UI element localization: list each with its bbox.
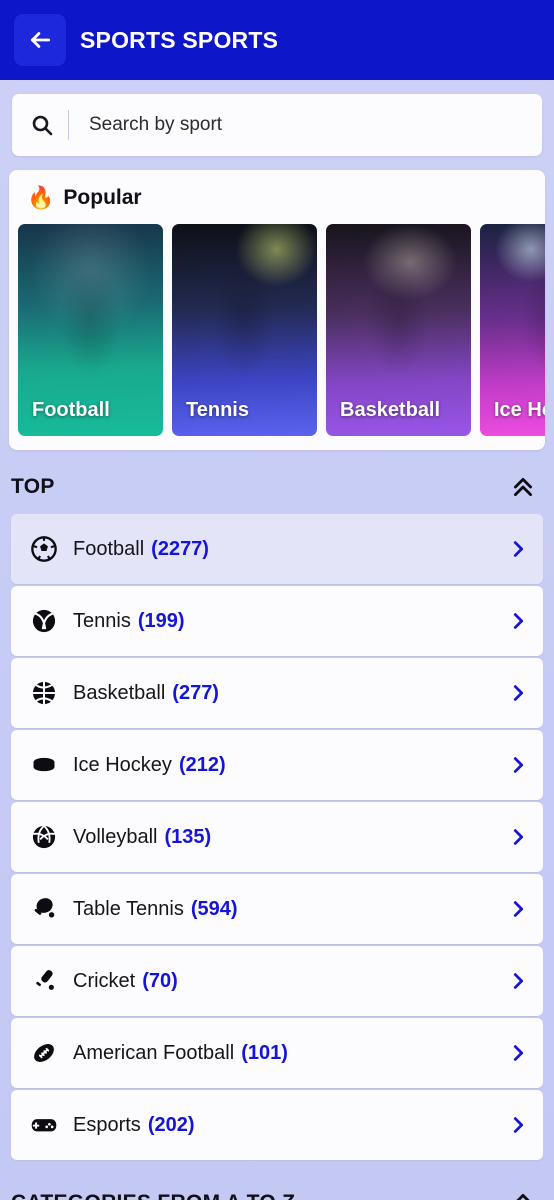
list-item-label: Football [73, 537, 145, 560]
list-item-label: Table Tennis [73, 897, 184, 920]
list-item[interactable]: Volleyball (135) [11, 802, 543, 872]
app-header: SPORTS SPORTS [0, 0, 554, 80]
search-section [0, 80, 554, 156]
popular-card-label: Football [32, 399, 110, 421]
categories-section-header: CATEGORIES FROM A TO Z [0, 1160, 554, 1200]
list-item-label: Cricket [73, 969, 136, 992]
popular-card-football[interactable]: Football [18, 224, 163, 436]
chevron-right-icon[interactable] [507, 610, 529, 632]
list-item-label: Ice Hockey [73, 753, 172, 776]
arrow-left-icon [27, 27, 53, 53]
chevron-right-icon[interactable] [507, 1042, 529, 1064]
list-item-count: (101) [241, 1041, 288, 1064]
list-item[interactable]: American Football (101) [11, 1018, 543, 1088]
list-item-count: (277) [172, 681, 219, 704]
search-bar[interactable] [12, 94, 542, 156]
popular-title: Popular [63, 186, 142, 209]
soccer-ball-icon [29, 534, 59, 564]
hockey-puck-icon [29, 750, 59, 780]
list-item-label: Esports [73, 1113, 141, 1136]
flame-icon: 🔥 [27, 185, 55, 210]
american-football-icon [29, 1038, 59, 1068]
search-input[interactable] [89, 114, 524, 136]
list-item-label: Volleyball [73, 825, 158, 848]
list-item[interactable]: Table Tennis (594) [11, 874, 543, 944]
popular-card-label: Ice Hockey [494, 399, 545, 421]
list-item-label: Basketball [73, 681, 166, 704]
list-item[interactable]: Basketball (277) [11, 658, 543, 728]
list-item[interactable]: Football (2277) [11, 514, 543, 584]
search-icon [30, 113, 54, 137]
search-divider [68, 110, 69, 140]
tennis-ball-icon [29, 606, 59, 636]
list-item-count: (212) [178, 753, 226, 776]
popular-header: 🔥 Popular [9, 186, 545, 224]
list-item-count: (135) [164, 825, 212, 848]
list-item[interactable]: Esports (202) [11, 1090, 543, 1160]
table-tennis-icon [29, 894, 59, 924]
chevron-right-icon[interactable] [507, 826, 529, 848]
back-button[interactable] [14, 14, 66, 66]
list-item-label: Tennis [73, 609, 131, 632]
gamepad-icon [29, 1110, 59, 1140]
popular-section: 🔥 Popular Football Tennis Basketball Ice… [9, 170, 545, 450]
categories-section-title: CATEGORIES FROM A TO Z [11, 1191, 295, 1200]
popular-card-tennis[interactable]: Tennis [172, 224, 317, 436]
sports-page: SPORTS SPORTS 🔥 Popular Football [0, 0, 554, 1200]
popular-card-label: Tennis [186, 399, 249, 421]
chevron-right-icon[interactable] [507, 1114, 529, 1136]
top-section-title: TOP [11, 475, 55, 498]
chevron-double-up-icon [510, 1190, 536, 1200]
chevron-right-icon[interactable] [507, 898, 529, 920]
list-item-count: (202) [147, 1113, 195, 1136]
list-item[interactable]: Tennis (199) [11, 586, 543, 656]
chevron-right-icon[interactable] [507, 970, 529, 992]
chevron-right-icon[interactable] [507, 682, 529, 704]
cricket-bat-icon [29, 966, 59, 996]
top-sports-list: Football (2277) Tennis (199) Basketball … [0, 514, 554, 1160]
chevron-right-icon[interactable] [507, 538, 529, 560]
volleyball-icon [29, 822, 59, 852]
list-item[interactable]: Ice Hockey (212) [11, 730, 543, 800]
page-title: SPORTS SPORTS [80, 26, 279, 53]
list-item-count: (199) [137, 609, 185, 632]
list-item-count: (2277) [151, 537, 209, 560]
list-item-label: American Football [73, 1041, 235, 1064]
chevron-right-icon[interactable] [507, 754, 529, 776]
categories-collapse-button[interactable] [506, 1186, 540, 1200]
list-item-count: (70) [142, 969, 178, 992]
popular-card-label: Basketball [340, 399, 441, 421]
popular-card-basketball[interactable]: Basketball [326, 224, 471, 436]
chevron-double-up-icon [510, 474, 536, 500]
popular-card-ice-hockey[interactable]: Ice Hockey [480, 224, 545, 436]
popular-carousel[interactable]: Football Tennis Basketball Ice Hockey [9, 224, 545, 436]
top-collapse-button[interactable] [506, 470, 540, 504]
list-item-count: (594) [190, 897, 238, 920]
top-section-header: TOP [0, 450, 554, 514]
list-item[interactable]: Cricket (70) [11, 946, 543, 1016]
basketball-icon [29, 678, 59, 708]
